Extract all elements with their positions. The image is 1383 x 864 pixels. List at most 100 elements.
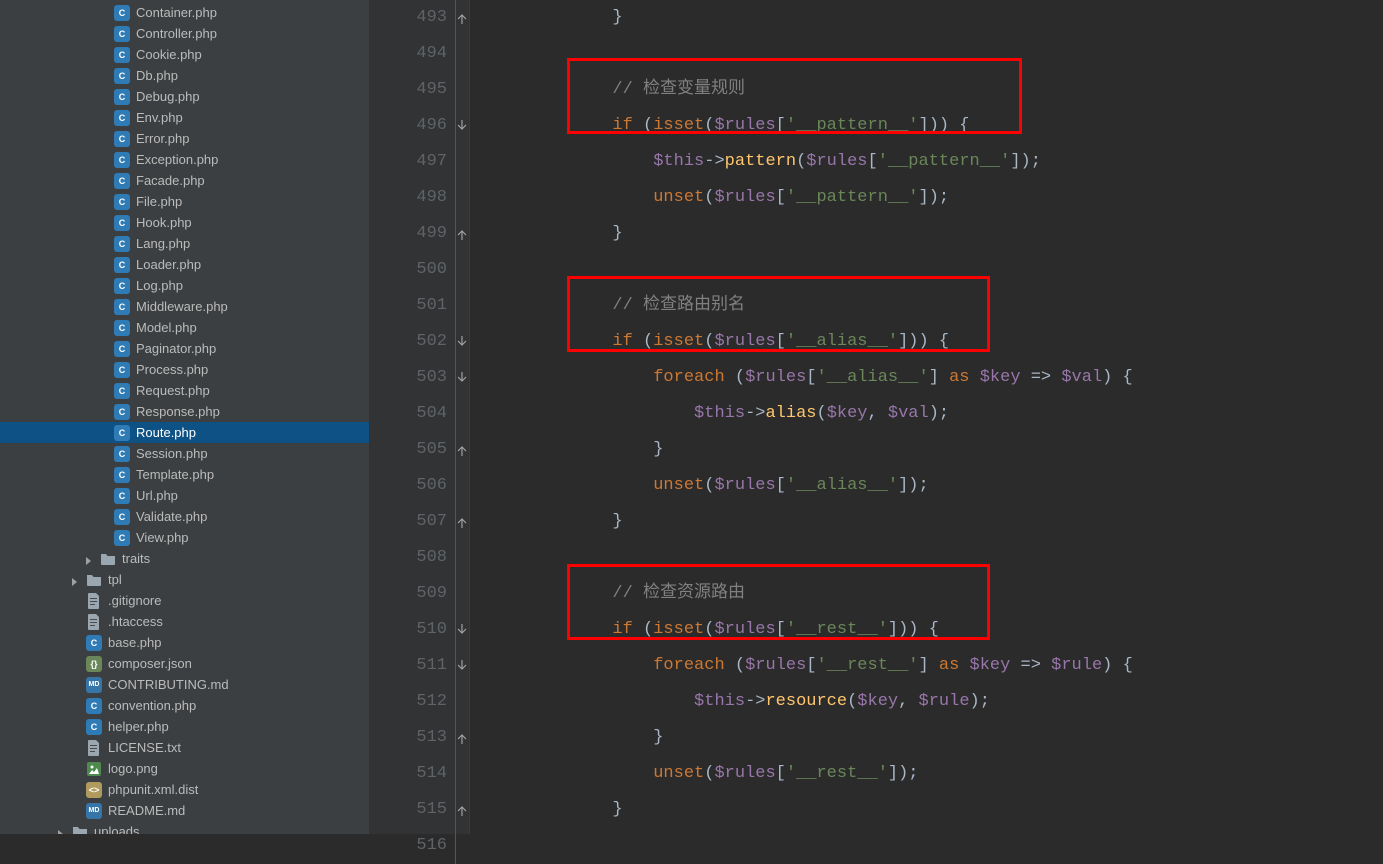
tree-item[interactable]: CException.php — [0, 149, 369, 170]
tree-item[interactable]: traits — [0, 548, 369, 569]
code-line[interactable]: } — [490, 720, 1383, 756]
fold-marker-icon[interactable] — [455, 731, 469, 745]
code-line[interactable]: unset($rules['__pattern__']); — [490, 180, 1383, 216]
tree-item[interactable]: CCookie.php — [0, 44, 369, 65]
code-area[interactable]: } // 检查变量规则 if (isset($rules['__pattern_… — [470, 0, 1383, 834]
tree-item[interactable]: CFacade.php — [0, 170, 369, 191]
tree-item[interactable]: CMiddleware.php — [0, 296, 369, 317]
code-line[interactable]: foreach ($rules['__rest__'] as $key => $… — [490, 648, 1383, 684]
code-line[interactable]: $this->pattern($rules['__pattern__']); — [490, 144, 1383, 180]
tree-item[interactable]: CDebug.php — [0, 86, 369, 107]
tree-item[interactable]: .htaccess — [0, 611, 369, 632]
tree-item[interactable]: MDREADME.md — [0, 800, 369, 821]
file-explorer[interactable]: CContainer.phpCController.phpCCookie.php… — [0, 0, 370, 834]
code-line[interactable]: unset($rules['__alias__']); — [490, 468, 1383, 504]
file-name-label: Lang.php — [136, 236, 190, 251]
code-line[interactable] — [490, 828, 1383, 864]
php-file-icon: C — [114, 299, 130, 315]
tree-item[interactable]: C Route.php — [0, 422, 369, 443]
fold-marker-icon[interactable] — [455, 335, 469, 349]
line-number: 509 — [370, 576, 447, 612]
line-number: 514 — [370, 756, 447, 792]
tree-item[interactable]: CResponse.php — [0, 401, 369, 422]
file-name-label: Db.php — [136, 68, 178, 83]
tree-item[interactable]: CView.php — [0, 527, 369, 548]
code-line[interactable]: foreach ($rules['__alias__'] as $key => … — [490, 360, 1383, 396]
tree-item[interactable]: <>phpunit.xml.dist — [0, 779, 369, 800]
code-line[interactable]: } — [490, 0, 1383, 36]
fold-marker-icon[interactable] — [455, 11, 469, 25]
text-file-icon — [86, 740, 102, 756]
line-number: 504 — [370, 396, 447, 432]
file-name-label: Template.php — [136, 467, 214, 482]
code-line[interactable]: } — [490, 504, 1383, 540]
code-editor[interactable]: 4934944954964974984995005015025035045055… — [370, 0, 1383, 834]
line-number: 505 — [370, 432, 447, 468]
tree-item[interactable]: tpl — [0, 569, 369, 590]
code-line[interactable]: } — [490, 216, 1383, 252]
tree-item[interactable]: {}composer.json — [0, 653, 369, 674]
tree-item[interactable]: CEnv.php — [0, 107, 369, 128]
tree-item[interactable]: CSession.php — [0, 443, 369, 464]
line-number: 506 — [370, 468, 447, 504]
code-line[interactable] — [490, 252, 1383, 288]
code-line[interactable]: $this->resource($key, $rule); — [490, 684, 1383, 720]
tree-item[interactable]: CLoader.php — [0, 254, 369, 275]
code-line[interactable]: unset($rules['__rest__']); — [490, 756, 1383, 792]
expand-arrow-icon[interactable] — [84, 554, 94, 564]
tree-item[interactable]: C Db.php — [0, 65, 369, 86]
fold-marker-icon[interactable] — [455, 623, 469, 637]
code-line[interactable]: // 检查路由别名 — [490, 288, 1383, 324]
tree-item[interactable]: CContainer.php — [0, 2, 369, 23]
fold-marker-icon[interactable] — [455, 227, 469, 241]
tree-item[interactable]: CLang.php — [0, 233, 369, 254]
tree-item[interactable]: CRequest.php — [0, 380, 369, 401]
fold-marker-icon[interactable] — [455, 659, 469, 673]
tree-item[interactable]: CTemplate.php — [0, 464, 369, 485]
expand-arrow-icon[interactable] — [70, 575, 80, 585]
fold-marker-icon[interactable] — [455, 119, 469, 133]
tree-item[interactable]: CFile.php — [0, 191, 369, 212]
tree-item[interactable]: CUrl.php — [0, 485, 369, 506]
code-line[interactable]: } — [490, 432, 1383, 468]
code-line[interactable]: $this->alias($key, $val); — [490, 396, 1383, 432]
code-line[interactable]: if (isset($rules['__rest__'])) { — [490, 612, 1383, 648]
tree-item[interactable]: CHook.php — [0, 212, 369, 233]
code-line[interactable]: if (isset($rules['__alias__'])) { — [490, 324, 1383, 360]
file-name-label: Facade.php — [136, 173, 205, 188]
code-line[interactable]: // 检查变量规则 — [490, 72, 1383, 108]
tree-item[interactable]: .gitignore — [0, 590, 369, 611]
tree-item[interactable]: CLog.php — [0, 275, 369, 296]
tree-item[interactable]: Cconvention.php — [0, 695, 369, 716]
code-line[interactable]: if (isset($rules['__pattern__'])) { — [490, 108, 1383, 144]
file-name-label: Env.php — [136, 110, 183, 125]
tree-item[interactable]: logo.png — [0, 758, 369, 779]
tree-item[interactable]: Cbase.php — [0, 632, 369, 653]
folder-icon — [100, 551, 116, 567]
code-line[interactable]: } — [490, 792, 1383, 828]
tree-item[interactable]: CProcess.php — [0, 359, 369, 380]
expand-arrow-icon[interactable] — [56, 827, 66, 835]
fold-marker-icon[interactable] — [455, 803, 469, 817]
fold-marker-icon[interactable] — [455, 443, 469, 457]
tree-item[interactable]: CModel.php — [0, 317, 369, 338]
tree-item[interactable]: Chelper.php — [0, 716, 369, 737]
tree-item[interactable]: CController.php — [0, 23, 369, 44]
tree-item[interactable]: CPaginator.php — [0, 338, 369, 359]
php-file-icon: C — [114, 425, 130, 441]
code-line[interactable] — [490, 540, 1383, 576]
file-name-label: File.php — [136, 194, 182, 209]
fold-marker-icon[interactable] — [455, 515, 469, 529]
tree-item[interactable]: CValidate.php — [0, 506, 369, 527]
tree-item[interactable]: uploads — [0, 821, 369, 834]
code-line[interactable]: // 检查资源路由 — [490, 576, 1383, 612]
fold-marker-icon[interactable] — [455, 371, 469, 385]
php-file-icon: C — [114, 68, 130, 84]
tree-item[interactable]: LICENSE.txt — [0, 737, 369, 758]
file-name-label: Log.php — [136, 278, 183, 293]
file-name-label: Response.php — [136, 404, 220, 419]
tree-item[interactable]: MDCONTRIBUTING.md — [0, 674, 369, 695]
code-line[interactable] — [490, 36, 1383, 72]
tree-item[interactable]: CError.php — [0, 128, 369, 149]
file-name-label: Route.php — [136, 425, 196, 440]
